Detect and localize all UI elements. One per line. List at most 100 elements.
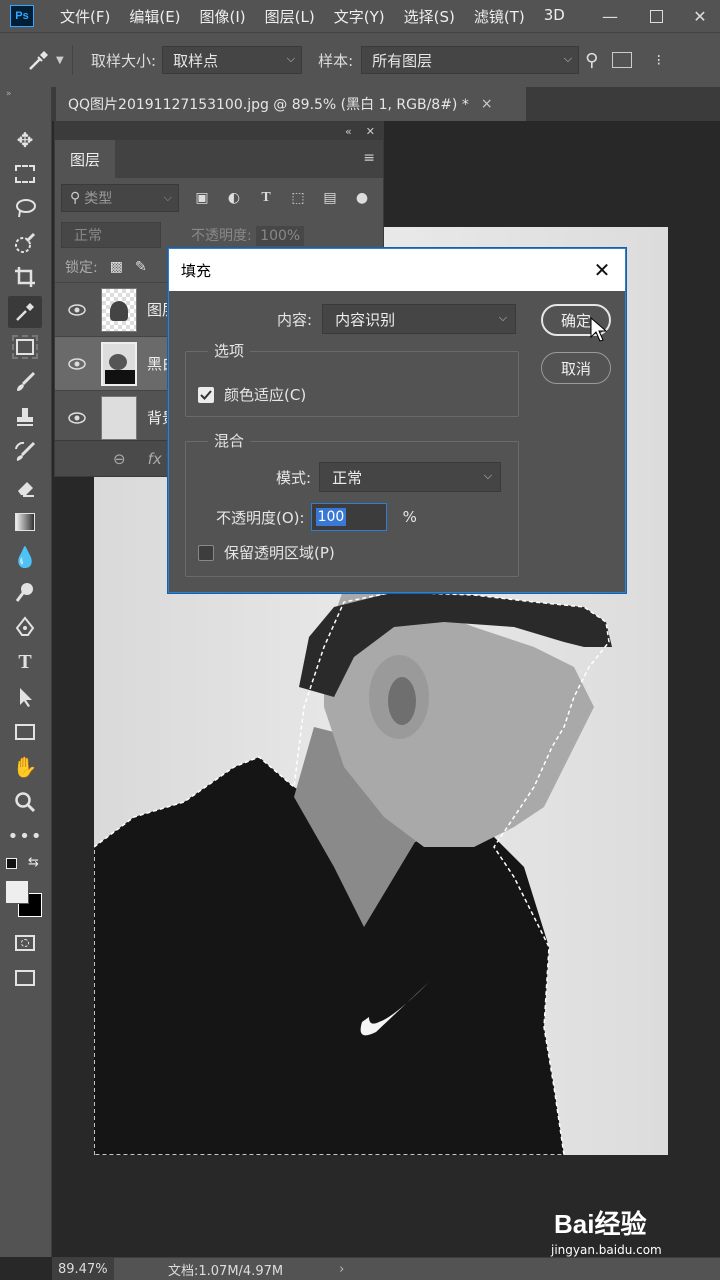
- eyedropper-icon: [29, 51, 48, 70]
- quick-mask-button[interactable]: [8, 927, 42, 959]
- crop-tool[interactable]: [8, 261, 42, 293]
- brush-tool[interactable]: [8, 366, 42, 398]
- collapse-panel-icon[interactable]: «: [345, 125, 352, 138]
- dodge-tool[interactable]: [8, 576, 42, 608]
- rectangle-tool[interactable]: [8, 716, 42, 748]
- type-filter-icon[interactable]: T: [257, 190, 275, 206]
- foreground-color-swatch[interactable]: [5, 880, 29, 904]
- pen-tool[interactable]: [8, 611, 42, 643]
- opacity-input[interactable]: 100: [310, 503, 387, 531]
- cancel-button-label: 取消: [560, 359, 591, 378]
- tool-preset-picker[interactable]: ▼: [26, 46, 66, 74]
- move-icon: ✥: [16, 128, 34, 152]
- menu-layer[interactable]: 图层(L): [265, 6, 315, 27]
- tools-panel: » ✥ 💧 T ✋ ••• ⇆: [0, 87, 52, 1257]
- adjustment-filter-icon[interactable]: ◐: [225, 190, 243, 206]
- lock-brush-icon[interactable]: ✎: [135, 259, 147, 275]
- visibility-eye-icon[interactable]: [55, 303, 99, 316]
- preserve-transparency-label: 保留透明区域(P): [224, 544, 335, 562]
- layer-thumbnail: [101, 395, 137, 440]
- layer-filter-row: ⚲ 类型 ⌵ ▣ ◐ T ⬚ ▤ ●: [55, 178, 383, 218]
- preserve-transparency-checkbox[interactable]: [198, 544, 214, 561]
- opacity-row: 不透明度(O): 100 %: [216, 503, 417, 531]
- sample-size-value: 取样点: [173, 51, 219, 70]
- lock-transparent-icon[interactable]: ▩: [110, 259, 123, 275]
- sample-size-label: 取样大小:: [91, 51, 157, 70]
- sample-size-select[interactable]: 取样点 ⌵: [162, 46, 303, 74]
- move-tool[interactable]: ✥: [8, 124, 42, 156]
- smart-object-filter-icon[interactable]: ▤: [321, 190, 339, 206]
- layer-kind-select[interactable]: ⚲ 类型 ⌵: [61, 184, 179, 212]
- menu-edit[interactable]: 编辑(E): [129, 6, 180, 27]
- workspace-icon[interactable]: [612, 52, 633, 68]
- eraser-tool[interactable]: [8, 471, 42, 503]
- menu-file[interactable]: 文件(F): [60, 6, 110, 27]
- status-bar: 89.47% 文档:1.07M/4.97M ›: [52, 1257, 720, 1280]
- sample-select[interactable]: 所有图层 ⌵: [361, 46, 580, 74]
- layer-blend-mode-select[interactable]: 正常: [61, 222, 161, 248]
- blur-tool[interactable]: 💧: [8, 541, 42, 573]
- zoom-field[interactable]: 89.47%: [52, 1257, 114, 1280]
- close-dialog-icon[interactable]: ✕: [589, 257, 615, 283]
- zoom-tool[interactable]: [8, 786, 42, 818]
- gradient-tool[interactable]: [8, 506, 42, 538]
- default-colors-icon[interactable]: [6, 858, 17, 869]
- menu-filter[interactable]: 滤镜(T): [474, 6, 525, 27]
- content-select[interactable]: 内容识别 ⌵: [322, 304, 517, 334]
- status-menu-arrow[interactable]: ›: [339, 1262, 344, 1277]
- lasso-tool[interactable]: [8, 192, 42, 224]
- color-adaptation-checkbox[interactable]: [198, 386, 214, 403]
- droplet-icon: 💧: [12, 545, 38, 569]
- close-window-button[interactable]: ✕: [680, 0, 720, 32]
- shape-filter-icon[interactable]: ⬚: [289, 190, 307, 206]
- lock-label: 锁定:: [65, 260, 98, 276]
- menu-3d[interactable]: 3D: [544, 6, 565, 27]
- layer-opacity-value[interactable]: 100%: [256, 226, 305, 246]
- swap-colors-icon[interactable]: ⇆: [28, 855, 39, 870]
- options-bar: ▼ 取样大小: 取样点 ⌵ 样本: 所有图层 ⌵ ⚲ ⁝: [0, 32, 720, 87]
- menu-image[interactable]: 图像(I): [200, 6, 246, 27]
- stamp-tool[interactable]: [8, 401, 42, 433]
- minimize-button[interactable]: —: [590, 0, 630, 32]
- more-tools[interactable]: •••: [8, 820, 42, 852]
- type-icon: T: [18, 650, 32, 673]
- history-brush-icon: [15, 441, 36, 461]
- watermark-url: jingyan.baidu.com: [551, 1243, 662, 1257]
- history-brush-tool[interactable]: [8, 436, 42, 468]
- close-tab-icon[interactable]: ×: [481, 96, 493, 112]
- close-panel-icon[interactable]: ✕: [366, 125, 375, 138]
- collapse-icon[interactable]: »: [6, 89, 12, 99]
- visibility-eye-icon[interactable]: [55, 411, 99, 424]
- eyedropper-tool[interactable]: [8, 296, 42, 328]
- type-tool[interactable]: T: [8, 646, 42, 678]
- menu-select[interactable]: 选择(S): [404, 6, 455, 27]
- quick-selection-icon: [15, 232, 36, 253]
- share-icon[interactable]: ⁝: [656, 51, 661, 69]
- photoshop-logo: Ps: [10, 5, 34, 27]
- sample-value: 所有图层: [372, 51, 433, 70]
- visibility-eye-icon[interactable]: [55, 357, 99, 370]
- maximize-button[interactable]: [636, 0, 676, 32]
- path-selection-tool[interactable]: [8, 681, 42, 713]
- pixel-filter-icon[interactable]: ▣: [193, 190, 211, 206]
- cancel-button[interactable]: 取消: [541, 352, 611, 384]
- filter-toggle-icon[interactable]: ●: [353, 190, 371, 206]
- menu-type[interactable]: 文字(Y): [334, 6, 385, 27]
- ok-button-label: 确定: [560, 311, 591, 330]
- mode-select[interactable]: 正常 ⌵: [319, 462, 502, 492]
- marquee-tool[interactable]: [8, 158, 42, 190]
- hand-tool[interactable]: ✋: [8, 751, 42, 783]
- document-tab[interactable]: QQ图片20191127153100.jpg @ 89.5% (黑白 1, RG…: [56, 87, 526, 121]
- quick-selection-tool[interactable]: [8, 227, 42, 259]
- screen-mode-button[interactable]: [8, 962, 42, 994]
- search-icon[interactable]: ⚲: [585, 50, 598, 71]
- color-adaptation-row: 颜色适应(C): [198, 384, 306, 405]
- tab-layers[interactable]: 图层: [55, 140, 115, 178]
- link-layers-icon[interactable]: ⊖: [113, 450, 126, 468]
- panel-menu-icon[interactable]: ≡: [363, 150, 375, 166]
- opacity-unit: %: [402, 508, 417, 526]
- content-row: 内容: 内容识别 ⌵: [277, 304, 517, 334]
- frame-tool[interactable]: [8, 331, 42, 363]
- layer-style-button[interactable]: fx: [148, 450, 162, 468]
- dodge-icon: [15, 583, 33, 602]
